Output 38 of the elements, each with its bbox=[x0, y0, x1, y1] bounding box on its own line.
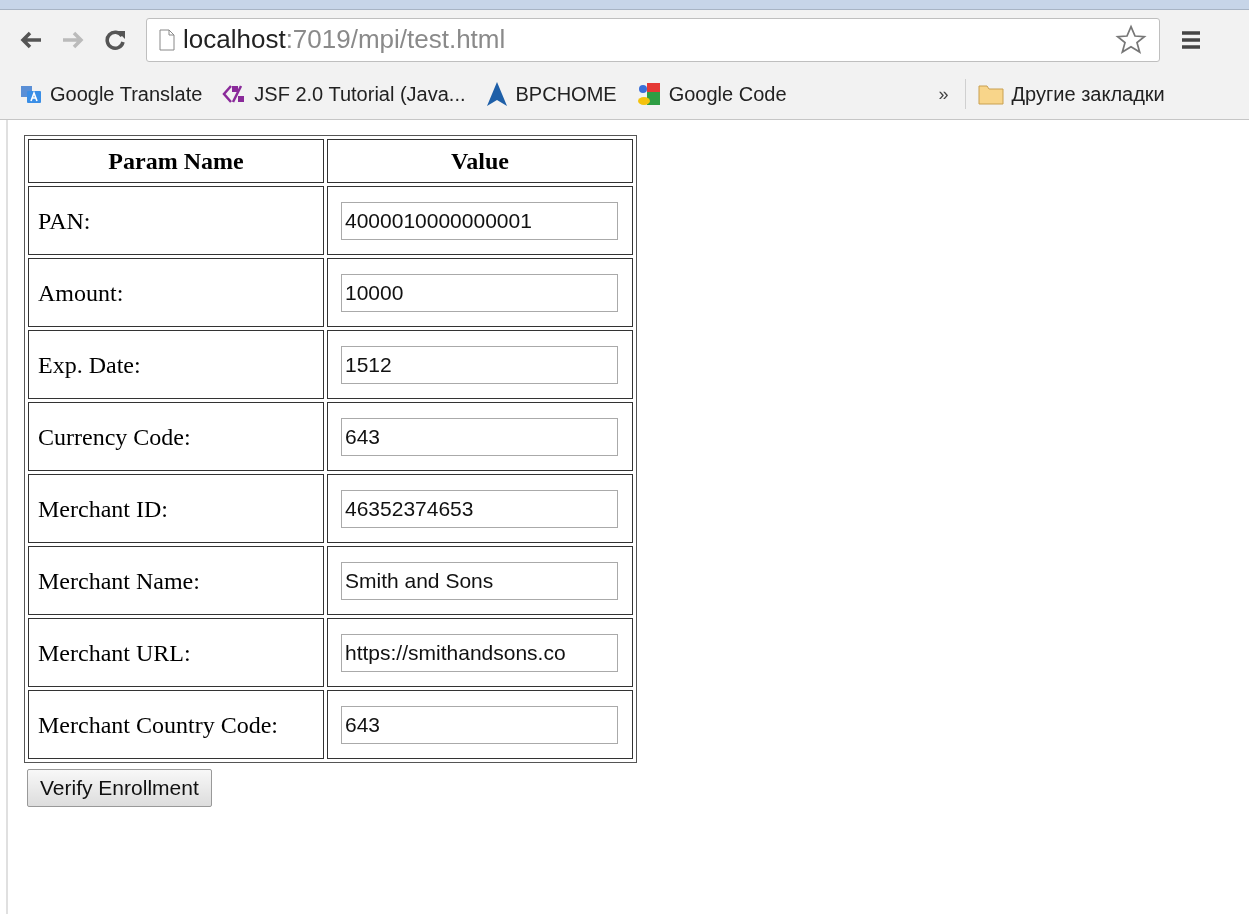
value-input[interactable]: Smith and Sons bbox=[341, 561, 618, 600]
arrowhead-icon bbox=[485, 81, 508, 108]
param-label: Merchant URL: bbox=[28, 618, 324, 687]
address-field[interactable]: localhost:7019/mpi/test.html bbox=[146, 17, 1160, 62]
back-arrow-icon bbox=[20, 30, 42, 49]
reload-icon bbox=[104, 28, 126, 51]
bookmark-link[interactable]: Google Translate bbox=[20, 79, 203, 110]
bookmark-folder[interactable]: Другие закладки bbox=[977, 79, 1165, 110]
value-input[interactable]: 643 bbox=[341, 705, 618, 744]
reload-button[interactable] bbox=[104, 28, 126, 51]
param-label: Amount: bbox=[28, 258, 324, 327]
value-input[interactable]: 643 bbox=[341, 417, 618, 456]
value-input[interactable]: https://smithandsons.co bbox=[341, 633, 618, 672]
param-label: Currency Code: bbox=[28, 402, 324, 471]
colored-blocks-icon bbox=[636, 82, 661, 107]
star-icon[interactable] bbox=[1115, 23, 1147, 56]
value-input[interactable]: 4000010000000001 bbox=[341, 201, 618, 240]
forward-arrow-icon bbox=[62, 30, 84, 49]
param-label: Merchant Country Code: bbox=[28, 690, 324, 759]
bookmark-link[interactable]: BPCHOME bbox=[485, 79, 617, 110]
value-input[interactable]: 1512 bbox=[341, 345, 618, 384]
value-input[interactable]: 10000 bbox=[341, 273, 618, 312]
bookmark-link[interactable]: Google Code bbox=[636, 79, 787, 110]
param-label: Merchant Name: bbox=[28, 546, 324, 615]
value-input[interactable]: 46352374653 bbox=[341, 489, 618, 528]
param-label: Exp. Date: bbox=[28, 330, 324, 399]
folder-icon bbox=[977, 83, 1004, 106]
more-bookmarks-button[interactable]: » bbox=[938, 80, 949, 108]
bookmark-link[interactable]: JSF 2.0 Tutorial (Java... bbox=[222, 79, 466, 110]
verify-enrollment-button[interactable]: Verify Enrollment bbox=[27, 769, 212, 807]
translate-icon bbox=[20, 84, 42, 105]
back-button[interactable] bbox=[20, 30, 42, 49]
column-header: Value bbox=[327, 139, 633, 183]
param-label: PAN: bbox=[28, 186, 324, 255]
param-label: Merchant ID: bbox=[28, 474, 324, 543]
menu-icon[interactable] bbox=[1180, 28, 1202, 51]
page-icon bbox=[159, 28, 175, 51]
column-header: Param Name bbox=[28, 139, 324, 183]
